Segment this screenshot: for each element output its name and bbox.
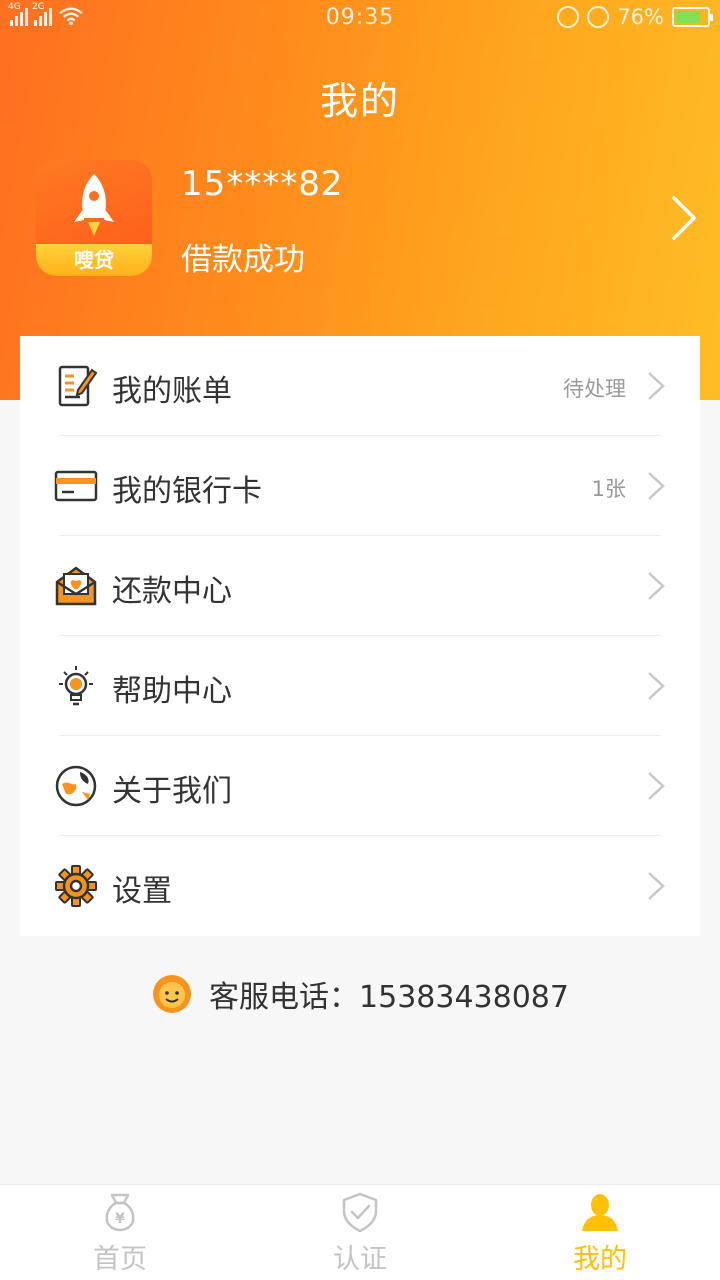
gear-icon: [55, 865, 97, 907]
menu-item-help[interactable]: 帮助中心: [20, 636, 700, 736]
menu-item-label: 设置: [112, 874, 172, 909]
menu-item-badge: 1张: [591, 477, 626, 501]
chevron-right-icon: [648, 372, 665, 400]
tab-mine[interactable]: 我的: [480, 1185, 720, 1280]
shield-check-icon: [342, 1192, 378, 1233]
menu-item-label: 我的账单: [112, 374, 232, 409]
tab-verify[interactable]: 认证: [240, 1185, 480, 1280]
tab-label: 我的: [573, 1244, 627, 1275]
alarm-icon: [587, 6, 610, 28]
menu-item-repayment[interactable]: 还款中心: [20, 536, 700, 636]
app-logo: 嗖贷: [36, 160, 152, 276]
menu-item-bank-card[interactable]: 我的银行卡 1张: [20, 436, 700, 536]
chevron-right-icon: [648, 572, 665, 600]
menu-item-bills[interactable]: 我的账单 待处理: [20, 336, 700, 436]
logo-text: 嗖贷: [36, 244, 152, 276]
status-bar: 4G 2G 09:35 76%: [0, 0, 720, 38]
bottom-tab-bar: ¥ 首页 认证 我的: [0, 1184, 720, 1280]
menu-item-label: 还款中心: [112, 574, 232, 609]
tab-label: 首页: [93, 1244, 147, 1275]
tab-home[interactable]: ¥ 首页: [0, 1185, 240, 1280]
profile-section[interactable]: 嗖贷 15****82 借款成功: [36, 160, 720, 278]
chevron-right-icon: [648, 472, 665, 500]
menu-item-label: 关于我们: [112, 774, 232, 809]
bank-card-icon: [54, 470, 98, 502]
battery-percent: 76%: [617, 5, 664, 29]
menu-card: 我的账单 待处理 我的银行卡 1张 还款中心 帮助中心 关于我们 设置: [20, 336, 700, 936]
menu-item-about[interactable]: 关于我们: [20, 736, 700, 836]
chevron-right-icon: [672, 196, 696, 240]
rocket-icon: [74, 174, 114, 236]
menu-item-badge: 待处理: [563, 377, 626, 401]
lightbulb-icon: [59, 666, 93, 706]
customer-service-phone: 客服电话：15383438087: [209, 980, 569, 1015]
loan-status: 借款成功: [181, 242, 305, 278]
user-icon: [582, 1194, 618, 1231]
customer-service[interactable]: 客服电话：15383438087: [0, 972, 720, 1016]
menu-item-label: 我的银行卡: [112, 474, 262, 509]
chevron-right-icon: [648, 872, 665, 900]
money-bag-icon: ¥: [105, 1193, 135, 1232]
tab-label: 认证: [333, 1244, 387, 1275]
status-right: 76%: [557, 5, 713, 29]
menu-item-settings[interactable]: 设置: [20, 836, 700, 936]
envelope-heart-icon: [55, 566, 97, 606]
customer-service-icon: [153, 975, 192, 1013]
globe-icon: [55, 765, 97, 807]
page-title: 我的: [319, 79, 400, 123]
chevron-right-icon: [648, 772, 665, 800]
bill-icon: [58, 365, 98, 407]
rotation-lock-icon: [557, 6, 580, 28]
menu-item-label: 帮助中心: [112, 674, 232, 709]
user-phone: 15****82: [181, 164, 344, 204]
chevron-right-icon: [648, 672, 665, 700]
battery-icon: [672, 7, 713, 27]
svg-text:¥: ¥: [115, 1211, 125, 1227]
